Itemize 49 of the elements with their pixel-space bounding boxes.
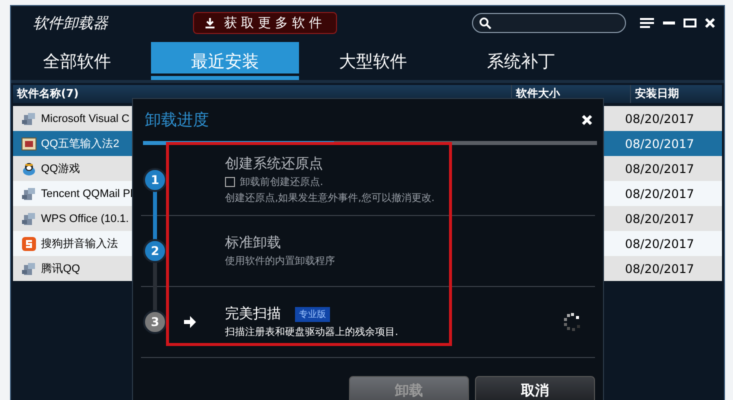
step-description: 扫描注册表和硬盘驱动器上的残余项目. bbox=[225, 326, 398, 339]
window-title: 软件卸载器 bbox=[33, 14, 110, 32]
table-cell-text: QQ五笔输入法2 bbox=[41, 137, 120, 151]
table-cell-text: 08/20/2017 bbox=[624, 136, 694, 150]
step-title: 完美扫描 bbox=[225, 305, 281, 323]
table-cell-text: 08/20/2017 bbox=[624, 112, 694, 126]
table-cell-text: 08/20/2017 bbox=[624, 162, 694, 176]
installer-icon bbox=[21, 210, 37, 226]
close-icon[interactable] bbox=[581, 114, 593, 126]
dialog-title: 卸载进度 bbox=[145, 110, 209, 130]
cancel-button[interactable]: 取消 bbox=[475, 376, 595, 400]
table-cell-text: QQ游戏 bbox=[41, 162, 80, 176]
step-number: 2 bbox=[143, 239, 167, 263]
penguin-icon bbox=[21, 160, 37, 176]
installer-icon bbox=[21, 186, 37, 202]
checkbox[interactable] bbox=[225, 177, 235, 187]
pro-badge: 专业版 bbox=[295, 306, 330, 322]
table-cell: Microsoft Visual C bbox=[41, 112, 130, 124]
table-cell-text: 搜狗拼音输入法 bbox=[41, 236, 118, 251]
checkbox-label: 卸载前创建还原点. bbox=[240, 176, 324, 189]
installer-icon bbox=[21, 260, 37, 276]
app-icon bbox=[21, 236, 37, 252]
installer-icon bbox=[21, 110, 37, 126]
table-cell-text: 08/20/2017 bbox=[624, 186, 694, 200]
step-description: 使用软件的内置卸载程序 bbox=[225, 254, 335, 268]
tab[interactable]: 大型软件 bbox=[299, 42, 447, 80]
tab[interactable]: 系统补丁 bbox=[447, 42, 595, 80]
table-cell-text: 08/20/2017 bbox=[624, 212, 694, 226]
step-number: 3 bbox=[143, 310, 167, 334]
step-title: 标准卸载 bbox=[225, 234, 281, 252]
maximize-icon[interactable] bbox=[683, 17, 697, 29]
step-title: 创建系统还原点 bbox=[225, 155, 323, 173]
get-more-button[interactable]: 获取更多软件 bbox=[193, 12, 337, 34]
table-cell-text: 腾讯QQ bbox=[41, 262, 80, 276]
step-number: 1 bbox=[143, 168, 167, 192]
column-header[interactable]: 安装日期 bbox=[630, 85, 722, 103]
search-icon bbox=[479, 16, 492, 30]
table-cell-text: 08/20/2017 bbox=[624, 262, 694, 276]
loading-spinner-icon bbox=[563, 313, 581, 331]
table-cell: Tencent QQMail Pl bbox=[41, 188, 133, 200]
download-icon bbox=[204, 17, 216, 29]
tab[interactable]: 全部软件 bbox=[21, 42, 139, 80]
arrow-right-icon bbox=[183, 315, 197, 329]
close-icon[interactable] bbox=[704, 17, 716, 29]
table-cell: WPS Office (10.1. bbox=[41, 212, 129, 224]
menu-icon[interactable] bbox=[639, 17, 655, 29]
search-field[interactable] bbox=[472, 13, 626, 33]
table-cell-text: 08/20/2017 bbox=[624, 236, 694, 250]
step-description: 创建还原点,如果发生意外事件,您可以撤消更改. bbox=[225, 192, 435, 205]
